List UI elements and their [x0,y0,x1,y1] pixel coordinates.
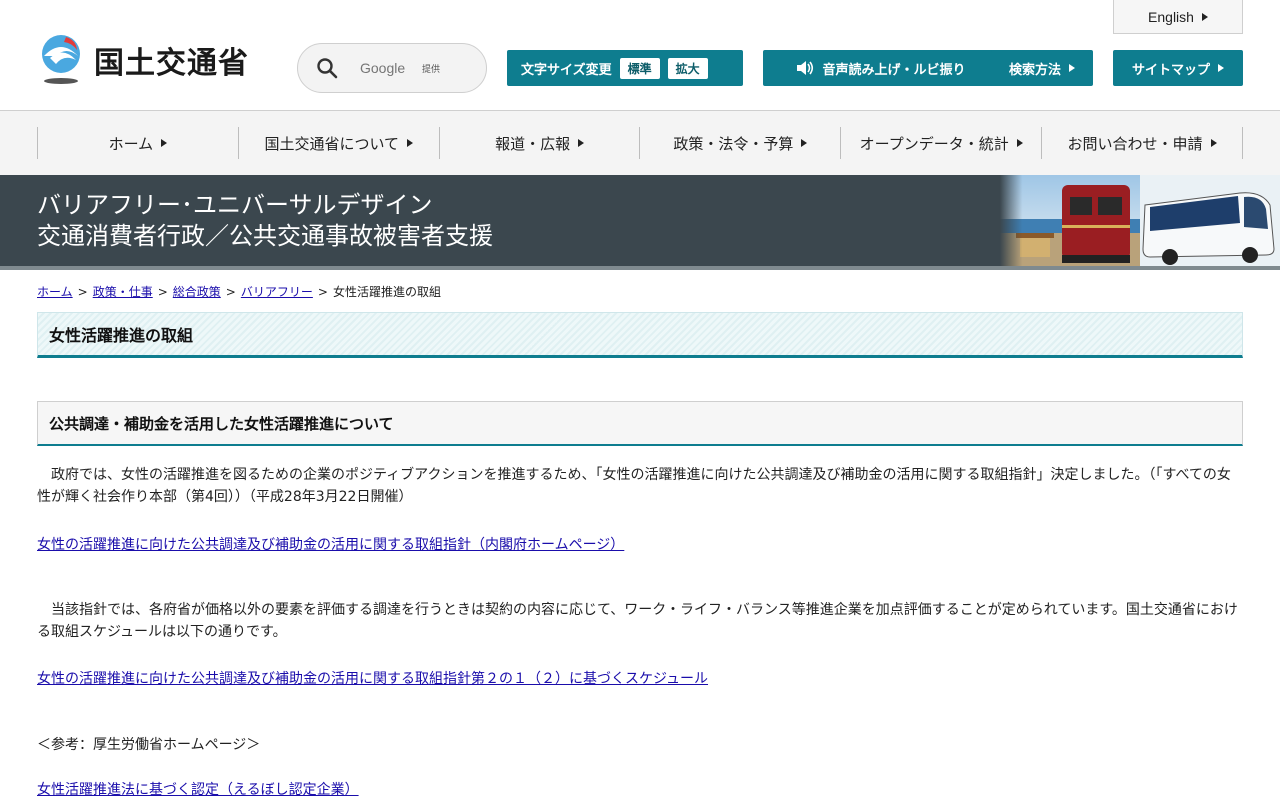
breadcrumb-link-home[interactable]: ホーム [37,285,73,299]
nav-item-label: お問い合わせ・申請 [1067,134,1203,153]
body-paragraph-1: 政府では、女性の活躍推進を図るための企業のポジティブアクションを推進するため、「… [37,467,1231,505]
body-paragraph-2: 当該指針では、各府省が価格以外の要素を評価する調達を行うときは契約の内容に応じて… [37,602,1238,640]
site-header: 国土交通省 提供 English 文字サイズ変更 標準 拡大 音声読み上げ・ルビ… [0,0,1280,111]
page-title: 女性活躍推進の取組 [37,312,1243,358]
arrow-right-icon [801,139,808,147]
breadcrumb-link-policy-work[interactable]: 政策・仕事 [93,285,153,299]
reference-label: ＜参考：厚生労働省ホームページ＞ [37,737,261,753]
breadcrumb-separator: > [77,285,88,299]
arrow-right-icon [1201,12,1208,21]
section-heading: 公共調達・補助金を活用した女性活躍推進について [37,401,1243,446]
search-method-button[interactable]: 検索方法 [991,50,1093,86]
site-search: 提供 [297,43,487,93]
site-logo[interactable]: 国土交通省 [36,34,249,86]
font-size-standard-button[interactable]: 標準 [619,57,660,79]
nav-item-policy[interactable]: 政策・法令・予算 [639,127,840,159]
search-provider-label: 提供 [422,64,441,75]
font-size-label: 文字サイズ変更 [521,62,612,78]
search-input[interactable] [360,60,420,76]
banner-title-line2: 交通消費者行政／公共交通事故被害者支援 [37,222,493,250]
nav-item-label: 報道・広報 [495,134,571,153]
voice-ruby-label: 音声読み上げ・ルビ振り [822,62,966,78]
breadcrumb-link-barrier-free[interactable]: バリアフリー [241,285,313,299]
nav-item-label: 政策・法令・予算 [673,134,794,153]
arrow-right-icon [407,139,414,147]
sitemap-label: サイトマップ [1131,62,1210,78]
nav-item-opendata[interactable]: オープンデータ・統計 [840,127,1041,159]
nav-item-home[interactable]: ホーム [37,127,238,159]
arrow-right-icon [161,139,168,147]
banner-title-line1: バリアフリー･ユニバーサルデザイン [37,191,433,219]
arrow-right-icon [1218,64,1224,72]
font-size-control: 文字サイズ変更 標準 拡大 [507,50,743,86]
mlit-logo-icon [42,35,80,84]
global-nav: ホーム 国土交通省について 報道・広報 政策・法令・予算 オープンデータ・統計 … [0,111,1280,175]
arrow-right-icon [1069,64,1075,72]
breadcrumb-current: 女性活躍推進の取組 [332,285,441,299]
nav-item-label: ホーム [108,134,154,153]
schedule-link[interactable]: 女性の活躍推進に向けた公共調達及び補助金の活用に関する取組指針第２の１（２）に基… [37,668,708,688]
nav-item-label: オープンデータ・統計 [859,134,1009,153]
eruboshi-certification-link[interactable]: 女性活躍推進法に基づく認定（えるぼし認定企業） [37,779,359,799]
search-icon[interactable] [316,57,338,79]
english-label: English [1148,8,1194,25]
global-nav-list: ホーム 国土交通省について 報道・広報 政策・法令・予算 オープンデータ・統計 … [37,127,1243,159]
speaker-icon [797,61,814,75]
guideline-cabinet-office-link[interactable]: 女性の活躍推進に向けた公共調達及び補助金の活用に関する取組指針（内閣府ホームペー… [37,534,624,554]
nav-item-contact[interactable]: お問い合わせ・申請 [1041,127,1243,159]
english-link[interactable]: English [1113,0,1243,34]
banner-title: バリアフリー･ユニバーサルデザイン 交通消費者行政／公共交通事故被害者支援 [37,190,493,252]
nav-item-press[interactable]: 報道・広報 [438,127,640,159]
voice-ruby-button[interactable]: 音声読み上げ・ルビ振り [763,50,999,86]
breadcrumb-separator: > [157,285,168,299]
nav-item-about[interactable]: 国土交通省について [237,127,439,159]
breadcrumb: ホーム > 政策・仕事 > 総合政策 > バリアフリー > 女性活躍推進の取組 [37,283,441,300]
arrow-right-icon [578,139,585,147]
sitemap-button[interactable]: サイトマップ [1113,50,1243,86]
nav-item-label: 国土交通省について [264,134,400,153]
breadcrumb-separator: > [225,285,236,299]
category-banner: バリアフリー･ユニバーサルデザイン 交通消費者行政／公共交通事故被害者支援 [0,175,1280,270]
search-method-label: 検索方法 [1008,62,1061,78]
arrow-right-icon [1016,139,1023,147]
font-size-large-button[interactable]: 拡大 [667,57,708,79]
logo-text: 国土交通省 [94,46,249,81]
banner-train-bus-image [1000,175,1280,266]
breadcrumb-link-general-policy[interactable]: 総合政策 [173,285,221,299]
arrow-right-icon [1210,139,1217,147]
breadcrumb-separator: > [317,285,328,299]
